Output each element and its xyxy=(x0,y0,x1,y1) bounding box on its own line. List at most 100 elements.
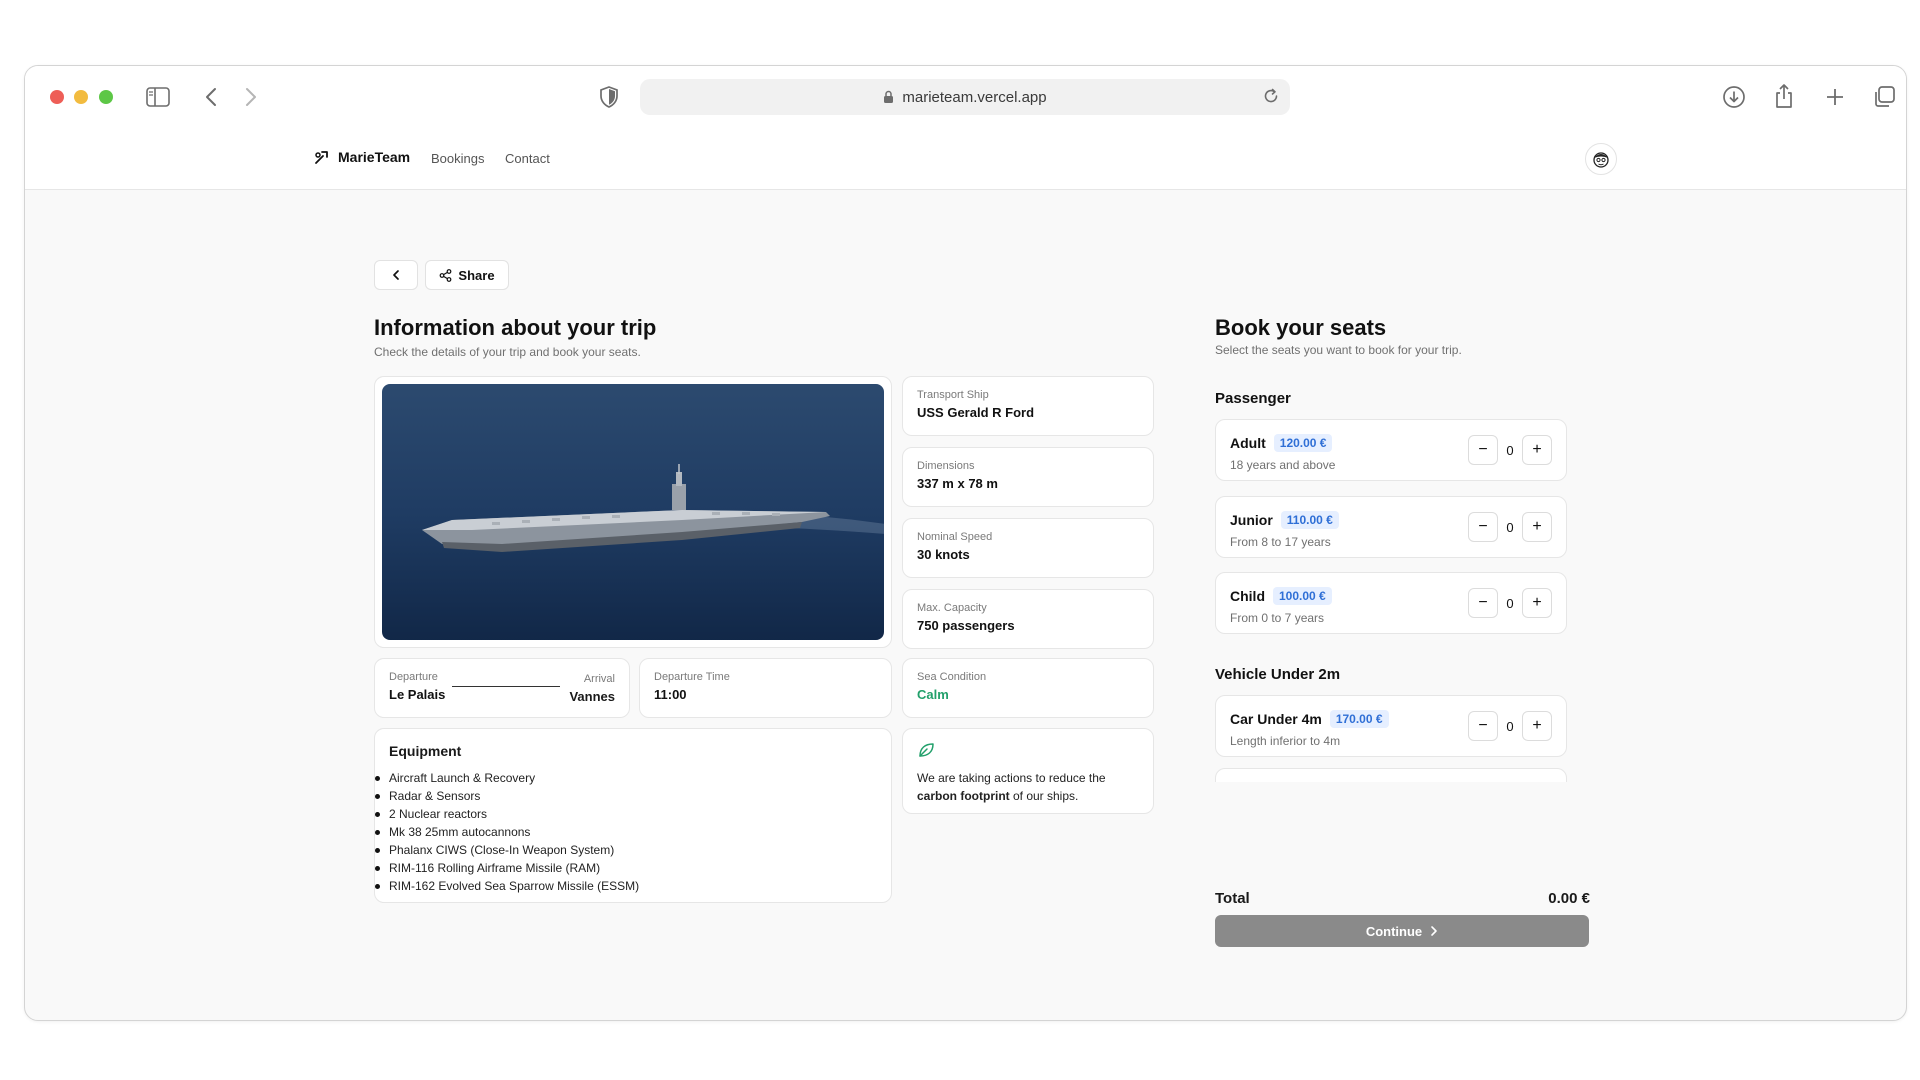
new-tab-icon[interactable] xyxy=(1821,83,1849,111)
passenger-desc: From 8 to 17 years xyxy=(1230,535,1331,549)
close-window-button[interactable] xyxy=(50,90,64,104)
increment-button[interactable]: + xyxy=(1522,512,1552,542)
minimize-window-button[interactable] xyxy=(74,90,88,104)
reload-icon[interactable] xyxy=(1262,87,1280,105)
equipment-item: Aircraft Launch & Recovery xyxy=(374,769,639,787)
equipment-item: Radar & Sensors xyxy=(374,787,639,805)
nav-link-contact[interactable]: Contact xyxy=(505,151,550,166)
ship-logo-icon xyxy=(315,151,328,164)
passenger-name: Child xyxy=(1230,588,1265,604)
address-bar[interactable]: marieteam.vercel.app xyxy=(640,79,1290,115)
price-badge: 110.00 € xyxy=(1280,511,1339,529)
forward-arrow-icon[interactable] xyxy=(241,85,261,109)
passenger-card-child: Child 100.00 € From 0 to 7 years − 0 + xyxy=(1215,572,1567,634)
spec-label: Nominal Speed xyxy=(917,531,993,543)
equipment-item: RIM-116 Rolling Airframe Missile (RAM) xyxy=(374,859,639,877)
vehicle-name: Car Under 4m xyxy=(1230,711,1322,727)
spec-label: Max. Capacity xyxy=(917,602,987,614)
vehicle-desc: Length inferior to 4m xyxy=(1230,734,1341,748)
increment-button[interactable]: + xyxy=(1522,588,1552,618)
spec-max-capacity: Max. Capacity 750 passengers xyxy=(902,589,1154,649)
brand-link[interactable]: MarieTeam xyxy=(314,149,410,165)
total-label: Total xyxy=(1215,890,1250,907)
chevron-left-icon xyxy=(393,270,399,280)
quantity-value: 0 xyxy=(1506,519,1514,535)
price-badge: 120.00 € xyxy=(1273,434,1333,452)
nav-link-bookings[interactable]: Bookings xyxy=(431,151,484,166)
spec-label: Dimensions xyxy=(917,460,975,472)
spec-value: 750 passengers xyxy=(917,618,1015,633)
spec-value: 30 knots xyxy=(917,547,970,562)
spec-nominal-speed: Nominal Speed 30 knots xyxy=(902,518,1154,578)
quantity-value: 0 xyxy=(1506,595,1514,611)
ship-image xyxy=(382,384,884,640)
arrival-value: Vannes xyxy=(569,689,615,704)
zoom-window-button[interactable] xyxy=(99,90,113,104)
route-card: Departure Le Palais Arrival Vannes xyxy=(374,658,630,718)
equipment-list: Aircraft Launch & Recovery Radar & Senso… xyxy=(374,769,639,895)
passenger-name: Adult xyxy=(1230,435,1266,451)
spec-transport-ship: Transport Ship USS Gerald R Ford xyxy=(902,376,1154,436)
spec-value: 337 m x 78 m xyxy=(917,476,998,491)
departure-time-value: 11:00 xyxy=(654,687,687,702)
sea-condition-card: Sea Condition Calm xyxy=(902,658,1154,718)
vehicle-section-title: Vehicle Under 2m xyxy=(1215,666,1341,683)
decrement-button[interactable]: − xyxy=(1468,435,1498,465)
route-line xyxy=(452,686,560,687)
back-button[interactable] xyxy=(374,260,418,290)
booking-title: Book your seats xyxy=(1215,315,1387,340)
user-avatar[interactable] xyxy=(1585,143,1617,175)
share-button[interactable]: Share xyxy=(425,260,509,290)
continue-label: Continue xyxy=(1365,923,1423,939)
eco-card: We are taking actions to reduce the carb… xyxy=(902,728,1154,814)
sea-condition-value: Calm xyxy=(917,687,949,702)
passenger-desc: 18 years and above xyxy=(1230,458,1336,472)
passenger-name: Junior xyxy=(1230,512,1273,528)
equipment-card: Equipment Aircraft Launch & Recovery Rad… xyxy=(374,728,892,903)
tab-overview-icon[interactable] xyxy=(1870,83,1898,111)
quantity-value: 0 xyxy=(1506,442,1514,458)
price-badge: 170.00 € xyxy=(1329,710,1389,728)
increment-button[interactable]: + xyxy=(1522,711,1552,741)
increment-button[interactable]: + xyxy=(1522,435,1552,465)
booking-subtitle: Select the seats you want to book for yo… xyxy=(1215,343,1462,357)
trip-title: Information about your trip xyxy=(374,315,657,340)
departure-time-label: Departure Time xyxy=(654,671,730,683)
site-header: MarieTeam Bookings Contact xyxy=(25,129,1906,190)
departure-label: Departure xyxy=(389,671,438,683)
downloads-icon[interactable] xyxy=(1720,83,1748,111)
brand-name: MarieTeam xyxy=(338,149,411,165)
arrival-label: Arrival xyxy=(583,673,615,685)
browser-toolbar: marieteam.vercel.app xyxy=(25,66,1906,129)
quantity-value: 0 xyxy=(1506,718,1514,734)
total-value: 0.00 € xyxy=(1548,890,1590,907)
spec-dimensions: Dimensions 337 m x 78 m xyxy=(902,447,1154,507)
equipment-item: Phalanx CIWS (Close-In Weapon System) xyxy=(374,841,639,859)
chevron-right-icon xyxy=(1431,926,1437,936)
share-nodes-icon xyxy=(440,268,452,282)
browser-window: marieteam.vercel.app MarieTeam Bookings … xyxy=(24,65,1907,1021)
continue-button[interactable]: Continue xyxy=(1215,915,1589,947)
quantity-stepper: − 0 + xyxy=(1468,587,1552,619)
sidebar-toggle-icon[interactable] xyxy=(145,85,171,109)
back-arrow-icon[interactable] xyxy=(201,85,221,109)
privacy-shield-icon[interactable] xyxy=(597,85,621,109)
spec-label: Transport Ship xyxy=(917,389,989,401)
lock-icon xyxy=(883,90,894,104)
passenger-card-adult: Adult 120.00 € 18 years and above − 0 + xyxy=(1215,419,1567,481)
spec-value: USS Gerald R Ford xyxy=(917,405,1035,420)
decrement-button[interactable]: − xyxy=(1468,512,1498,542)
vehicle-card-car: Car Under 4m 170.00 € Length inferior to … xyxy=(1215,695,1567,757)
share-button-label: Share xyxy=(458,267,495,283)
share-icon[interactable] xyxy=(1770,81,1798,111)
departure-value: Le Palais xyxy=(389,687,446,702)
passenger-card-junior: Junior 110.00 € From 8 to 17 years − 0 + xyxy=(1215,496,1567,558)
next-card-peek xyxy=(1215,768,1567,782)
decrement-button[interactable]: − xyxy=(1468,711,1498,741)
passenger-section-title: Passenger xyxy=(1215,390,1291,407)
url-text: marieteam.vercel.app xyxy=(902,88,1047,106)
departure-time-card: Departure Time 11:00 xyxy=(639,658,892,718)
equipment-item: Mk 38 25mm autocannons xyxy=(374,823,639,841)
decrement-button[interactable]: − xyxy=(1468,588,1498,618)
price-badge: 100.00 € xyxy=(1273,587,1332,605)
